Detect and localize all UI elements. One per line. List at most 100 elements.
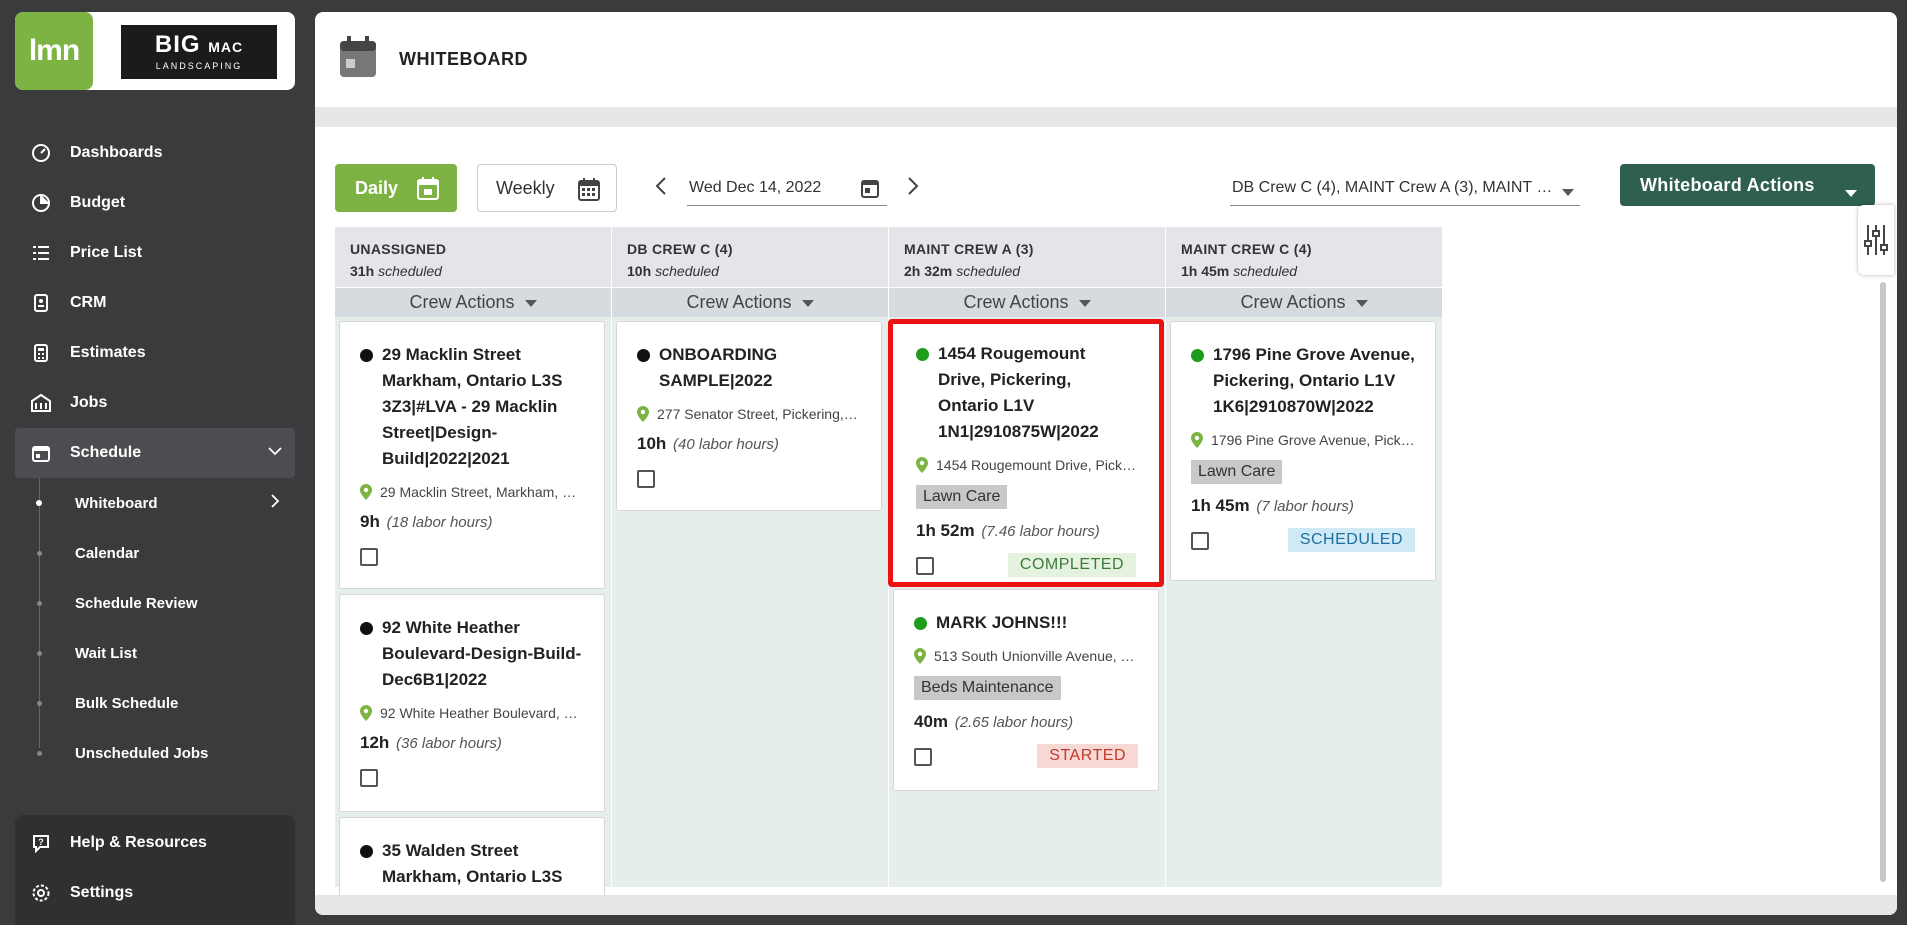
active-dot xyxy=(36,500,42,506)
job-hours: 9h (18 labor hours) xyxy=(360,512,493,531)
sidebar-item-help[interactable]: ? Help & Resources xyxy=(15,818,295,868)
dot xyxy=(37,601,42,606)
job-title: 1454 Rougemount Drive, Pickering, Ontari… xyxy=(916,341,1136,445)
sidebar-item-crm[interactable]: CRM xyxy=(15,278,295,328)
job-card[interactable]: MARK JOHNS!!! 513 South Unionville Avenu… xyxy=(893,589,1159,791)
status-dot xyxy=(360,622,373,635)
sidebar-item-label: Settings xyxy=(70,884,134,901)
sidebar-item-price-list[interactable]: Price List xyxy=(15,228,295,278)
lmn-logo[interactable]: lmn xyxy=(15,12,93,90)
job-title: 35 Walden Street Markham, Ontario L3S xyxy=(360,838,584,890)
job-card-selected[interactable]: 1454 Rougemount Drive, Pickering, Ontari… xyxy=(888,319,1164,587)
map-pin-icon xyxy=(1191,432,1203,448)
daily-label: Daily xyxy=(355,177,399,198)
main-panel: WHITEBOARD Daily Weekly Wed Dec 14, 2022… xyxy=(315,12,1897,915)
svg-text:?: ? xyxy=(38,837,44,847)
status-dot xyxy=(360,845,373,858)
crew-actions-dropdown[interactable]: Crew Actions xyxy=(889,287,1165,317)
crew-column-db-crew-c: DB CREW C (4) 10h scheduled Crew Actions … xyxy=(612,227,888,887)
sidebar-item-label: Schedule xyxy=(70,444,142,461)
sidebar-subitem-schedule-review[interactable]: Schedule Review xyxy=(15,578,295,628)
crew-actions-dropdown[interactable]: Crew Actions xyxy=(612,287,888,317)
sidebar-subitem-wait-list[interactable]: Wait List xyxy=(15,628,295,678)
sidebar-item-label: Help & Resources xyxy=(70,834,207,851)
job-checkbox[interactable] xyxy=(360,548,378,566)
crew-actions-dropdown[interactable]: Crew Actions xyxy=(335,287,611,317)
chevron-down-icon xyxy=(267,443,283,464)
whiteboard-actions-label: Whiteboard Actions xyxy=(1640,174,1815,195)
column-scheduled: 10h scheduled xyxy=(627,263,719,279)
sidebar-item-label: Budget xyxy=(70,194,126,211)
job-checkbox[interactable] xyxy=(637,470,655,488)
job-card[interactable]: 29 Macklin Street Markham, Ontario L3S 3… xyxy=(339,321,605,589)
weekly-view-button[interactable]: Weekly xyxy=(477,164,617,212)
status-dot xyxy=(360,349,373,362)
crew-column-maint-crew-a: MAINT CREW A (3) 2h 32m scheduled Crew Ac… xyxy=(888,227,1165,887)
sliders-icon[interactable] xyxy=(1858,205,1894,275)
column-scheduled: 31h scheduled xyxy=(350,263,442,279)
sidebar-subitem-bulk-schedule[interactable]: Bulk Schedule xyxy=(15,678,295,728)
sidebar-subitem-label: Wait List xyxy=(75,644,137,662)
date-picker-input[interactable]: Wed Dec 14, 2022 xyxy=(687,170,887,206)
column-title: UNASSIGNED xyxy=(350,241,447,257)
column-header: MAINT CREW C (4) 1h 45m scheduled xyxy=(1166,227,1442,287)
status-badge: SCHEDULED xyxy=(1287,528,1415,552)
column-title: MAINT CREW A (3) xyxy=(904,241,1034,257)
sidebar-subitem-label: Whiteboard xyxy=(75,494,158,512)
job-checkbox[interactable] xyxy=(916,557,934,575)
board-scrollbar[interactable] xyxy=(1880,282,1886,882)
job-checkbox[interactable] xyxy=(914,748,932,766)
sidebar-item-label: Dashboards xyxy=(70,144,163,161)
caret-down-icon xyxy=(1562,184,1574,202)
job-checkbox[interactable] xyxy=(1191,532,1209,550)
calendar-icon xyxy=(30,442,52,464)
sidebar-item-budget[interactable]: Budget xyxy=(15,178,295,228)
previous-day-button[interactable] xyxy=(655,176,667,202)
whiteboard-actions-button[interactable]: Whiteboard Actions xyxy=(1620,164,1875,206)
job-card[interactable]: 35 Walden Street Markham, Ontario L3S xyxy=(339,817,605,897)
job-hours: 12h (36 labor hours) xyxy=(360,733,502,752)
sidebar-subitem-unscheduled-jobs[interactable]: Unscheduled Jobs xyxy=(15,728,295,778)
daily-view-button[interactable]: Daily xyxy=(335,164,457,212)
contact-card-icon xyxy=(30,292,52,314)
sidebar-item-jobs[interactable]: Jobs xyxy=(15,378,295,428)
sidebar-nav: Dashboards Budget Price List CRM Estimat… xyxy=(15,128,295,778)
caret-down-icon xyxy=(801,292,814,313)
job-address: 1796 Pine Grove Avenue, Pickering, Ontar… xyxy=(1191,432,1415,448)
help-icon: ? xyxy=(30,832,52,854)
building-icon xyxy=(30,392,52,414)
caret-down-icon xyxy=(1845,182,1857,203)
job-title: 92 White Heather Boulevard-Design-Build-… xyxy=(360,615,584,693)
status-badge: STARTED xyxy=(1037,744,1138,768)
sidebar-subitem-whiteboard[interactable]: Whiteboard xyxy=(15,478,295,528)
next-day-button[interactable] xyxy=(907,176,919,202)
crew-actions-dropdown[interactable]: Crew Actions xyxy=(1166,287,1442,317)
crew-filter-select[interactable]: DB Crew C (4), MAINT Crew A (3), MAINT … xyxy=(1230,170,1580,206)
column-scheduled: 2h 32m scheduled xyxy=(904,263,1021,279)
sidebar-item-schedule[interactable]: Schedule xyxy=(15,428,295,478)
sidebar-item-estimates[interactable]: Estimates xyxy=(15,328,295,378)
company-logo: BIG MAC LANDSCAPING xyxy=(121,25,277,79)
job-card[interactable]: ONBOARDING SAMPLE|2022 277 Senator Stree… xyxy=(616,321,882,511)
job-checkbox[interactable] xyxy=(360,769,378,787)
calendar-grid-icon xyxy=(578,177,600,206)
dot xyxy=(37,701,42,706)
column-scheduled: 1h 45m scheduled xyxy=(1181,263,1298,279)
dot xyxy=(37,551,42,556)
caret-down-icon xyxy=(1355,292,1368,313)
sidebar-subitem-calendar[interactable]: Calendar xyxy=(15,528,295,578)
sidebar-item-settings[interactable]: Settings xyxy=(15,868,295,918)
sidebar-item-dashboards[interactable]: Dashboards xyxy=(15,128,295,178)
gear-icon xyxy=(30,882,52,904)
map-pin-icon xyxy=(360,705,372,721)
job-hours: 1h 52m (7.46 labor hours) xyxy=(916,521,1100,540)
sidebar-item-label: Price List xyxy=(70,244,143,261)
map-pin-icon xyxy=(916,457,928,473)
job-card[interactable]: 92 White Heather Boulevard-Design-Build-… xyxy=(339,594,605,812)
schedule-submenu: Whiteboard Calendar Schedule Review Wait… xyxy=(15,478,295,778)
page-header: WHITEBOARD xyxy=(315,12,1897,127)
calendar-icon[interactable] xyxy=(861,178,879,203)
dot xyxy=(37,751,42,756)
job-card[interactable]: 1796 Pine Grove Avenue, Pickering, Ontar… xyxy=(1170,321,1436,581)
weekly-label: Weekly xyxy=(496,177,555,198)
